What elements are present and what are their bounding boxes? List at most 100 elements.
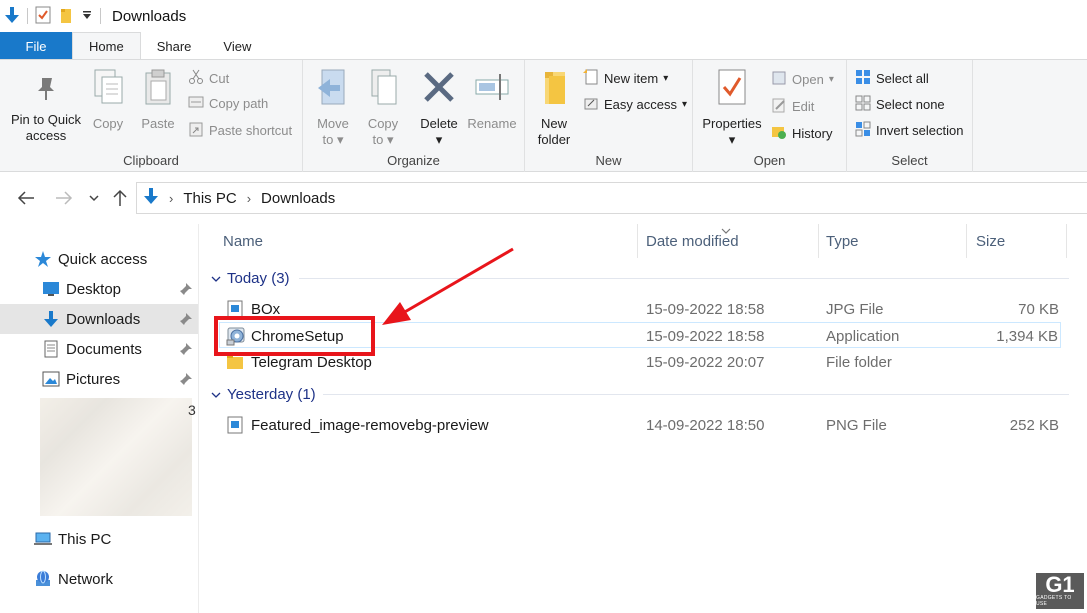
downloads-arrow-icon bbox=[42, 310, 60, 328]
pin-to-quick-access-button[interactable]: Pin to Quick access bbox=[6, 74, 86, 144]
column-header-size[interactable]: Size bbox=[976, 224, 1005, 258]
properties-icon bbox=[699, 68, 765, 110]
properties-button[interactable]: Properties ▾ bbox=[699, 68, 765, 148]
paste-shortcut-icon bbox=[188, 121, 204, 140]
copy-path-icon bbox=[188, 95, 204, 112]
file-date: 14-09-2022 18:50 bbox=[646, 416, 765, 434]
nav-pictures[interactable]: Pictures bbox=[0, 364, 198, 394]
downloads-arrow-icon bbox=[4, 6, 20, 27]
easy-access-button[interactable]: Easy access ▾ bbox=[583, 95, 687, 114]
open-button[interactable]: Open ▾ bbox=[771, 70, 834, 89]
customize-dropdown-icon[interactable] bbox=[81, 8, 93, 24]
file-date: 15-09-2022 20:07 bbox=[646, 353, 765, 371]
select-group: Select all Select none Invert selection … bbox=[847, 60, 973, 172]
new-folder-icon[interactable] bbox=[59, 6, 73, 27]
quick-access-toolbar bbox=[0, 0, 108, 32]
group-header-yesterday[interactable]: Yesterday (1) bbox=[211, 382, 316, 406]
delete-button[interactable]: Delete ▾ bbox=[416, 68, 462, 148]
organize-group: Move to ▾ Copy to ▾ Delete ▾ Rename Orga… bbox=[303, 60, 525, 172]
nav-documents[interactable]: Documents bbox=[0, 334, 198, 364]
back-arrow-icon[interactable] bbox=[14, 186, 38, 210]
nav-network[interactable]: Network bbox=[0, 564, 198, 594]
move-to-button[interactable]: Move to ▾ bbox=[311, 68, 355, 148]
new-folder-button[interactable]: New folder bbox=[529, 68, 579, 148]
select-none-icon bbox=[855, 95, 871, 114]
chevron-down-icon[interactable] bbox=[211, 270, 221, 287]
pin-icon[interactable] bbox=[180, 312, 192, 329]
computer-icon bbox=[34, 530, 52, 548]
network-globe-icon bbox=[34, 570, 52, 588]
invert-selection-button[interactable]: Invert selection bbox=[855, 121, 963, 140]
address-bar[interactable]: › This PC › Downloads bbox=[136, 182, 1087, 214]
clipboard-group: Pin to Quick access Copy Paste Cut Copy … bbox=[0, 60, 303, 172]
edit-button[interactable]: Edit bbox=[771, 97, 814, 116]
column-header-type[interactable]: Type bbox=[826, 224, 859, 258]
blurred-region bbox=[40, 398, 192, 516]
pin-icon[interactable] bbox=[180, 342, 192, 359]
file-size: 252 KB bbox=[1009, 416, 1059, 434]
organize-group-label: Organize bbox=[387, 153, 440, 168]
clipboard-group-label: Clipboard bbox=[123, 153, 179, 168]
file-date: 15-09-2022 18:58 bbox=[646, 300, 765, 318]
tab-view[interactable]: View bbox=[207, 32, 267, 60]
tab-file[interactable]: File bbox=[0, 32, 72, 60]
copy-button[interactable]: Copy bbox=[88, 68, 128, 132]
open-group-label: Open bbox=[753, 153, 786, 168]
file-type: PNG File bbox=[826, 416, 887, 434]
pin-icon[interactable] bbox=[180, 282, 192, 299]
copy-path-button[interactable]: Copy path bbox=[188, 95, 268, 112]
copy-to-button[interactable]: Copy to ▾ bbox=[361, 68, 405, 148]
paste-icon bbox=[138, 68, 178, 110]
properties-check-icon[interactable] bbox=[35, 6, 51, 27]
new-group-label: New bbox=[595, 153, 622, 168]
sort-chevron-icon bbox=[721, 222, 731, 238]
tab-share[interactable]: Share bbox=[141, 32, 208, 60]
history-icon bbox=[771, 124, 787, 143]
nav-desktop[interactable]: Desktop bbox=[0, 274, 198, 304]
navigation-pane: Quick access Desktop Downloads Documents… bbox=[0, 224, 198, 613]
rename-button[interactable]: Rename bbox=[465, 68, 519, 132]
new-group: New folder New item ▾ Easy access ▾ New bbox=[525, 60, 693, 172]
select-all-button[interactable]: Select all bbox=[855, 69, 929, 88]
chevron-down-icon[interactable] bbox=[211, 386, 221, 403]
file-name: Featured_image-removebg-preview bbox=[251, 416, 489, 434]
tab-home[interactable]: Home bbox=[72, 32, 141, 60]
copy-icon bbox=[88, 68, 128, 110]
breadcrumb-downloads[interactable]: Downloads bbox=[261, 190, 335, 207]
recent-locations-chevron-icon[interactable] bbox=[84, 186, 104, 210]
file-list: Name Date modified Type Size Today (3) B… bbox=[198, 224, 1087, 613]
title-bar: Downloads bbox=[0, 0, 1087, 32]
cut-button[interactable]: Cut bbox=[188, 69, 229, 88]
file-date: 15-09-2022 18:58 bbox=[646, 327, 765, 345]
file-size: 1,394 KB bbox=[996, 327, 1058, 345]
file-type: JPG File bbox=[826, 300, 884, 318]
new-item-icon bbox=[583, 69, 599, 88]
forward-arrow-icon[interactable] bbox=[52, 186, 76, 210]
documents-icon bbox=[42, 340, 60, 358]
new-item-button[interactable]: New item ▾ bbox=[583, 69, 668, 88]
select-none-button[interactable]: Select none bbox=[855, 95, 945, 114]
annotation-highlight-box bbox=[214, 316, 375, 356]
file-type: File folder bbox=[826, 353, 892, 371]
file-row[interactable]: Featured_image-removebg-preview 14-09-20… bbox=[219, 412, 1061, 438]
delete-x-icon bbox=[416, 68, 462, 110]
paste-button[interactable]: Paste bbox=[138, 68, 178, 132]
star-icon bbox=[34, 250, 52, 268]
ribbon: Pin to Quick access Copy Paste Cut Copy … bbox=[0, 59, 1087, 172]
blurred-count: 3 bbox=[188, 402, 196, 418]
nav-quick-access[interactable]: Quick access bbox=[0, 244, 198, 274]
paste-shortcut-button[interactable]: Paste shortcut bbox=[188, 121, 292, 140]
breadcrumb-chevron-icon[interactable]: › bbox=[169, 191, 173, 206]
breadcrumb-chevron-icon[interactable]: › bbox=[247, 191, 251, 206]
up-arrow-icon[interactable] bbox=[108, 186, 132, 210]
window-title: Downloads bbox=[112, 7, 187, 25]
nav-this-pc[interactable]: This PC bbox=[0, 524, 198, 554]
select-all-icon bbox=[855, 69, 871, 88]
breadcrumb-this-pc[interactable]: This PC bbox=[183, 190, 236, 207]
history-button[interactable]: History bbox=[771, 124, 832, 143]
ribbon-tabs: File Home Share View bbox=[0, 32, 1087, 60]
column-header-name[interactable]: Name bbox=[223, 224, 263, 258]
group-header-today[interactable]: Today (3) bbox=[211, 266, 290, 290]
pin-icon[interactable] bbox=[180, 372, 192, 389]
nav-downloads[interactable]: Downloads bbox=[0, 304, 198, 334]
